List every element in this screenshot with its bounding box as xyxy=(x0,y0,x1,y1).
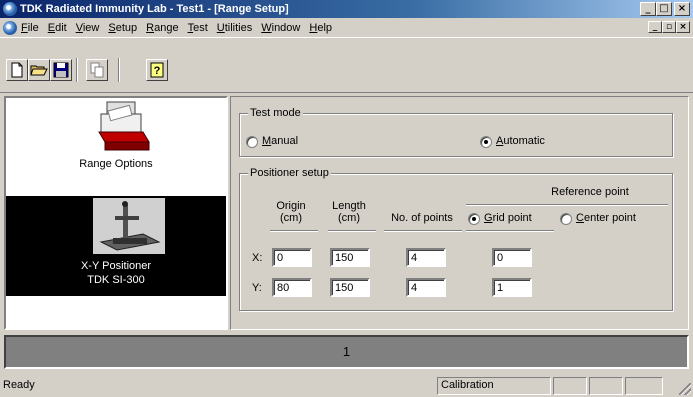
save-button[interactable] xyxy=(50,59,72,81)
x-origin-input[interactable]: 0 xyxy=(272,248,312,267)
mdi-close-button[interactable]: × xyxy=(676,21,690,33)
manual-radio[interactable] xyxy=(246,136,258,148)
reference-point-header: Reference point xyxy=(551,186,629,198)
grid-point-radio[interactable] xyxy=(468,213,480,225)
range-setup-panel: Test mode Manual Automatic Positioner se… xyxy=(230,96,689,330)
mdi-restore-button[interactable]: ▫ xyxy=(662,21,676,33)
status-text: Ready xyxy=(3,379,35,391)
step-indicator-bar: 1 xyxy=(4,335,689,369)
menu-utilities[interactable]: Utilities xyxy=(217,22,252,34)
y-reference-input[interactable]: 1 xyxy=(492,278,532,297)
svg-text:?: ? xyxy=(154,65,161,77)
open-button[interactable] xyxy=(28,59,50,81)
menu-test[interactable]: Test xyxy=(188,22,208,34)
x-length-input[interactable]: 150 xyxy=(330,248,370,267)
positioner-setup-title: Positioner setup xyxy=(248,167,331,179)
center-point-label[interactable]: Center point xyxy=(576,212,636,224)
status-pane-2 xyxy=(553,377,587,395)
window-title: TDK Radiated Immunity Lab - Test1 - [Ran… xyxy=(20,3,289,15)
test-mode-group: Test mode Manual Automatic xyxy=(239,107,673,157)
x-points-input[interactable]: 4 xyxy=(406,248,446,267)
minimize-button[interactable]: _ xyxy=(640,2,656,16)
grid-point-label[interactable]: Grid point xyxy=(484,212,532,224)
resize-grip-icon[interactable] xyxy=(679,383,691,395)
menu-file[interactable]: File xyxy=(21,22,39,34)
origin-header: Origin (cm) xyxy=(276,200,306,224)
menu-range[interactable]: Range xyxy=(146,22,178,34)
menu-edit[interactable]: Edit xyxy=(48,22,67,34)
mdi-minimize-button[interactable]: _ xyxy=(648,21,662,33)
status-bar: Ready Calibration xyxy=(0,375,693,397)
xy-positioner-item[interactable]: X-Y Positioner TDK SI-300 xyxy=(6,196,226,296)
row-y-label: Y: xyxy=(252,282,262,294)
title-bar: TDK Radiated Immunity Lab - Test1 - [Ran… xyxy=(0,0,693,18)
status-pane-calibration: Calibration xyxy=(437,377,551,395)
y-points-input[interactable]: 4 xyxy=(406,278,446,297)
toolbar: ? xyxy=(0,37,693,93)
help-question-icon: ? xyxy=(150,62,164,78)
xy-positioner-model: TDK SI-300 xyxy=(87,274,145,286)
row-x-label: X: xyxy=(252,252,263,264)
copy-icon xyxy=(90,62,104,78)
xy-positioner-label: X-Y Positioner xyxy=(80,260,152,272)
close-button[interactable]: × xyxy=(674,2,690,16)
app-icon[interactable] xyxy=(3,2,17,16)
manual-label[interactable]: Manual xyxy=(262,135,298,147)
center-point-radio[interactable] xyxy=(560,213,572,225)
range-navigator-panel: Range Options X-Y Positioner TDK SI-300 xyxy=(4,96,228,330)
menu-view[interactable]: View xyxy=(76,22,100,34)
status-pane-3 xyxy=(589,377,623,395)
y-origin-input[interactable]: 80 xyxy=(272,278,312,297)
automatic-label[interactable]: Automatic xyxy=(496,135,545,147)
printer-range-icon xyxy=(98,101,150,151)
save-disk-icon xyxy=(53,62,69,78)
positioner-setup-group: Positioner setup Reference point Origin(… xyxy=(239,167,673,311)
status-pane-4 xyxy=(625,377,663,395)
points-header: No. of points xyxy=(391,212,453,224)
menu-help[interactable]: Help xyxy=(309,22,332,34)
new-file-icon xyxy=(11,62,23,78)
menu-setup[interactable]: Setup xyxy=(108,22,137,34)
document-icon[interactable] xyxy=(3,20,17,35)
open-folder-icon xyxy=(30,65,48,76)
new-file-button[interactable] xyxy=(6,59,28,81)
automatic-radio[interactable] xyxy=(480,136,492,148)
menu-window[interactable]: Window xyxy=(261,22,300,34)
copy-button[interactable] xyxy=(86,59,108,81)
range-options-label: Range Options xyxy=(79,158,153,170)
x-reference-input[interactable]: 0 xyxy=(492,248,532,267)
help-button[interactable]: ? xyxy=(146,59,168,81)
maximize-button[interactable]: □ xyxy=(656,2,672,16)
menu-bar: File Edit View Setup Range Test Utilitie… xyxy=(0,18,693,37)
y-length-input[interactable]: 150 xyxy=(330,278,370,297)
xy-positioner-icon xyxy=(93,198,165,254)
length-header: Length (cm) xyxy=(332,200,366,224)
test-mode-title: Test mode xyxy=(248,107,303,119)
